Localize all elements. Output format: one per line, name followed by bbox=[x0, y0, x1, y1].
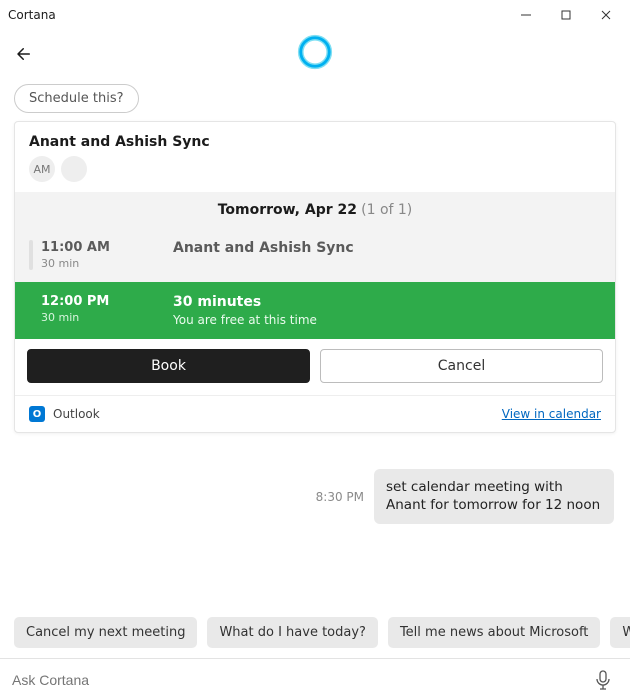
slot-time: 11:00 AM 30 min bbox=[41, 240, 133, 270]
meeting-card: Anant and Ashish Sync AM Tomorrow, Apr 2… bbox=[14, 121, 616, 433]
date-band: Tomorrow, Apr 22 (1 of 1) bbox=[15, 192, 615, 228]
suggestion-row: Cancel my next meeting What do I have to… bbox=[0, 617, 630, 658]
close-button[interactable] bbox=[586, 1, 626, 29]
message-timestamp: 8:30 PM bbox=[316, 490, 364, 504]
date-main: Tomorrow, Apr 22 bbox=[218, 202, 357, 218]
minimize-button[interactable] bbox=[506, 1, 546, 29]
avatar-row: AM bbox=[29, 156, 601, 182]
cancel-button[interactable]: Cancel bbox=[320, 349, 603, 383]
card-footer-app: Outlook bbox=[53, 407, 502, 421]
user-message-bubble: set calendar meeting with Anant for tomo… bbox=[374, 469, 614, 524]
card-footer: O Outlook View in calendar bbox=[15, 395, 615, 432]
card-button-row: Book Cancel bbox=[15, 339, 615, 395]
suggestion-chip[interactable]: Cancel my next meeting bbox=[14, 617, 197, 648]
header bbox=[0, 30, 630, 78]
slot-duration: 30 min bbox=[41, 257, 133, 270]
ask-cortana-input[interactable] bbox=[12, 672, 588, 688]
slot-start: 12:00 PM bbox=[41, 294, 133, 309]
card-header: Anant and Ashish Sync AM bbox=[15, 122, 615, 192]
avatar: AM bbox=[29, 156, 55, 182]
titlebar: Cortana bbox=[0, 0, 630, 30]
date-count: (1 of 1) bbox=[361, 202, 412, 218]
slot-title: Anant and Ashish Sync bbox=[173, 240, 601, 256]
slot-time: 12:00 PM 30 min bbox=[41, 294, 133, 327]
time-slot-proposed[interactable]: 12:00 PM 30 min 30 minutes You are free … bbox=[15, 282, 615, 339]
user-message-row: 8:30 PM set calendar meeting with Anant … bbox=[14, 469, 616, 524]
slot-duration: 30 min bbox=[41, 311, 133, 324]
suggestion-chip[interactable]: What do I have next? bbox=[610, 617, 630, 648]
slot-start: 11:00 AM bbox=[41, 240, 133, 255]
input-bar bbox=[0, 658, 630, 700]
maximize-button[interactable] bbox=[546, 1, 586, 29]
slot-body: Anant and Ashish Sync bbox=[173, 240, 601, 270]
cortana-logo-icon bbox=[296, 33, 334, 75]
chat-area: Schedule this? Anant and Ashish Sync AM … bbox=[0, 78, 630, 617]
slot-body: 30 minutes You are free at this time bbox=[173, 294, 601, 327]
suggestion-chip[interactable]: Tell me news about Microsoft bbox=[388, 617, 600, 648]
book-button[interactable]: Book bbox=[27, 349, 310, 383]
avatar bbox=[61, 156, 87, 182]
slot-title: 30 minutes bbox=[173, 294, 601, 310]
suggestion-chip[interactable]: What do I have today? bbox=[207, 617, 378, 648]
view-in-calendar-link[interactable]: View in calendar bbox=[502, 407, 601, 421]
time-slot-existing[interactable]: 11:00 AM 30 min Anant and Ashish Sync bbox=[15, 228, 615, 282]
outlook-icon: O bbox=[29, 406, 45, 422]
back-button[interactable] bbox=[10, 40, 38, 68]
schedule-suggestion-chip[interactable]: Schedule this? bbox=[14, 84, 139, 113]
microphone-icon[interactable] bbox=[588, 665, 618, 695]
meeting-title: Anant and Ashish Sync bbox=[29, 134, 601, 150]
slot-subtitle: You are free at this time bbox=[173, 313, 601, 327]
window-title: Cortana bbox=[8, 8, 506, 22]
